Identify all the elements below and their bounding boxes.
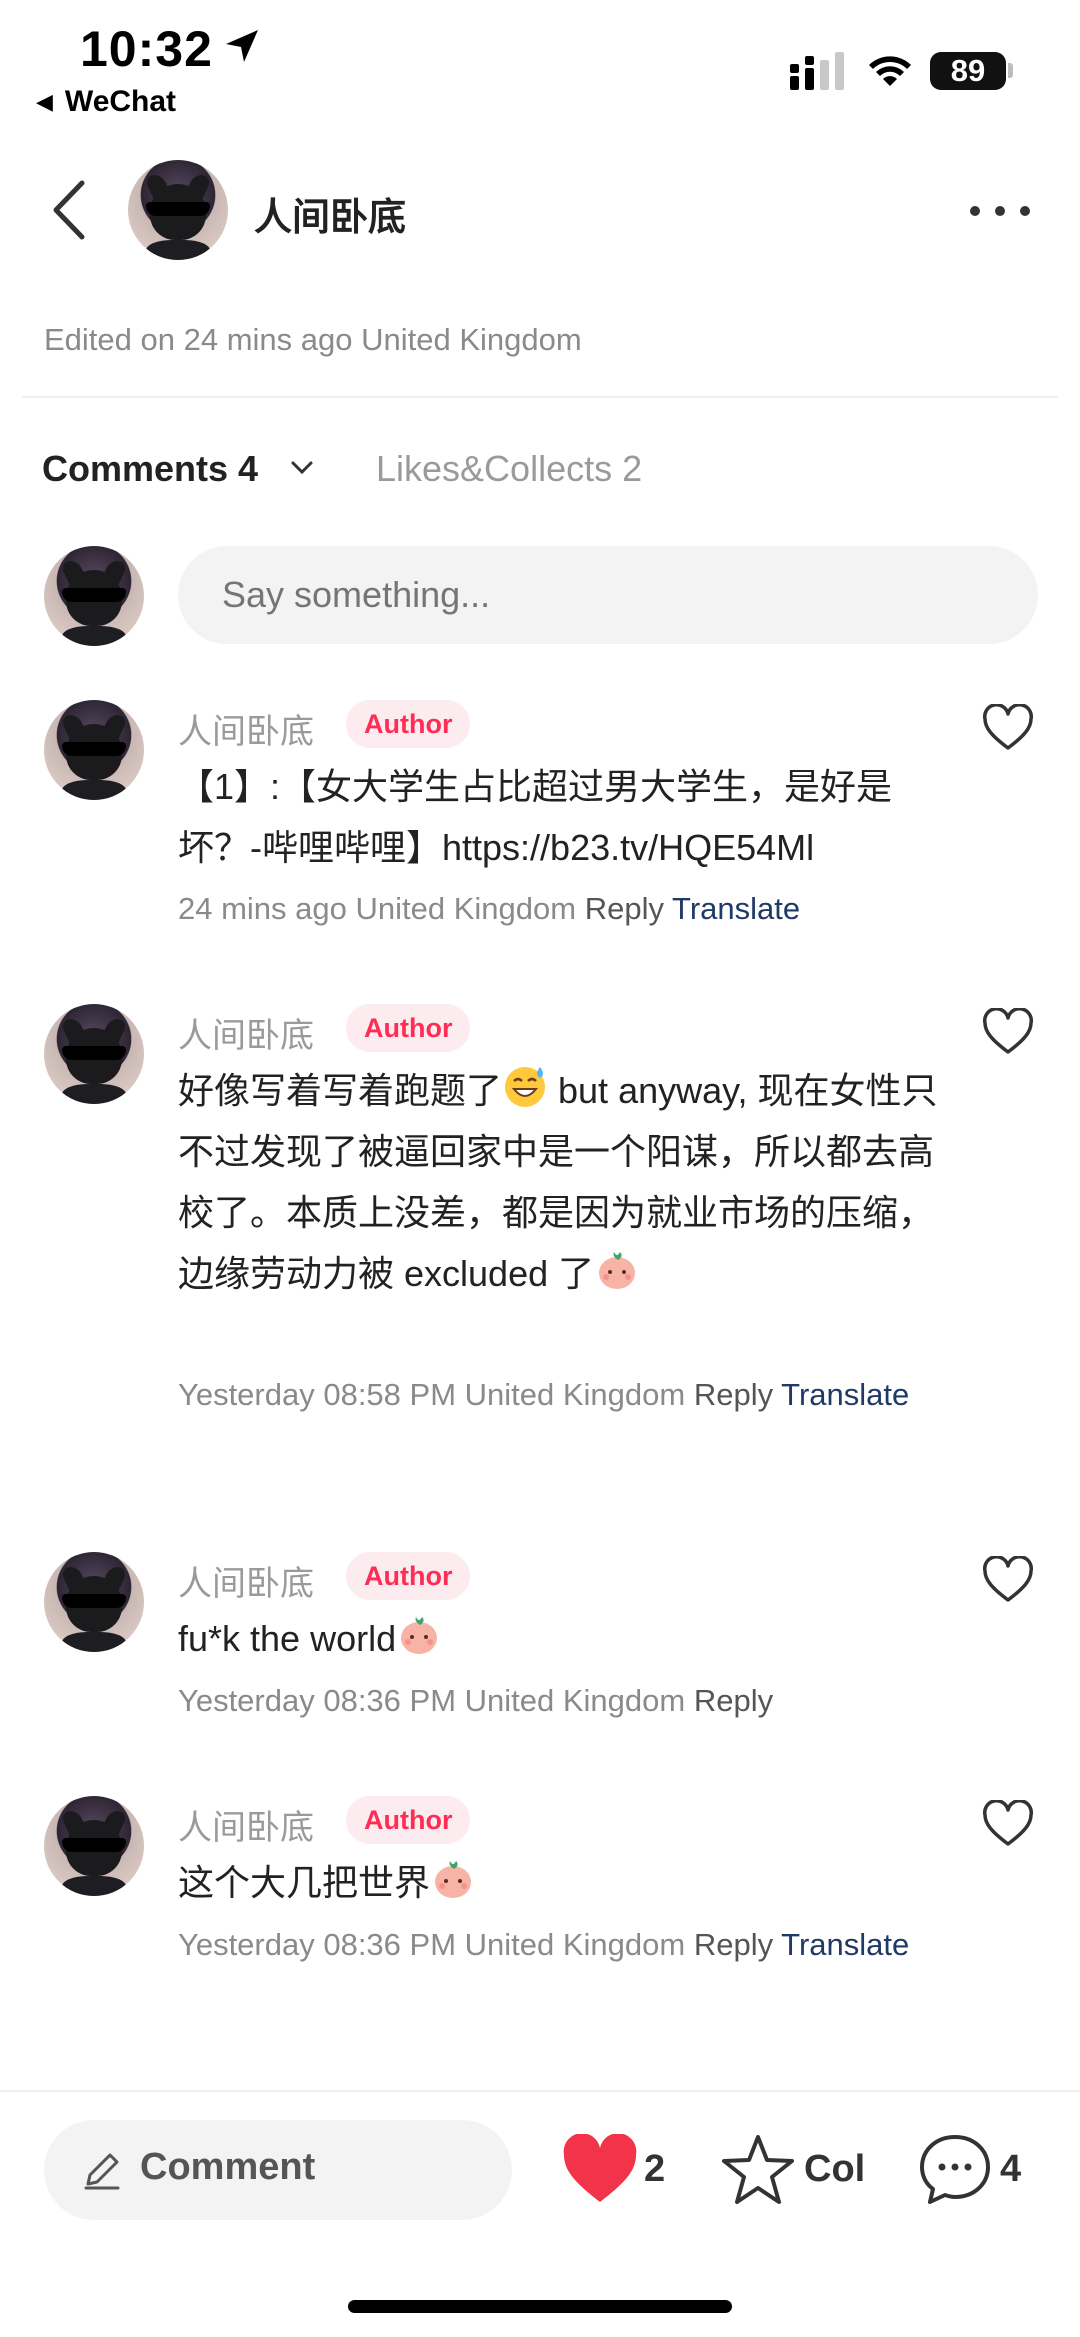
back-to-wechat-link[interactable]: ◀ WeChat [36,85,176,119]
commenter-name[interactable]: 人间卧底 [178,1800,314,1849]
comment-meta: Yesterday 08:36 PM United Kingdom Reply [178,1670,938,1731]
comment-time-location: Yesterday 08:58 PM United Kingdom [178,1377,686,1412]
author-badge: Author [346,1796,471,1844]
author-badge: Author [346,1552,471,1600]
user-avatar [44,546,144,646]
comment-button-label: Comment [140,2146,316,2188]
heart-outline-icon[interactable] [982,1008,1034,1056]
home-indicator[interactable] [348,2300,732,2313]
reply-button[interactable]: Reply [694,1683,773,1718]
bottom-divider [0,2090,1080,2092]
peach-face-emoji [435,1861,472,1898]
translate-button[interactable]: Translate [781,1377,909,1412]
post-edited-info: Edited on 24 mins ago United Kingdom [44,322,582,357]
comment-text-part: fu*k the world [178,1618,397,1659]
battery-indicator: 89 [930,52,1006,90]
heart-outline-icon[interactable] [982,1800,1034,1848]
comment-meta: 24 mins ago United Kingdom Reply Transla… [178,878,938,939]
comment-input[interactable] [178,546,1038,644]
translate-button[interactable]: Translate [672,891,800,926]
wifi-icon [869,56,911,86]
comment-text-part: 这个大几把世界 [178,1862,431,1903]
comment-meta: Yesterday 08:36 PM United Kingdom Reply … [178,1914,938,1975]
author-badge: Author [346,1004,471,1052]
grinning-sweat-emoji [505,1067,546,1107]
like-count: 2 [644,2148,666,2190]
comment-text: 好像写着写着跑题了 but anyway, 现在女性只不过发现了被逼回家中是一个… [178,1060,938,1304]
comment-button[interactable]: Comment [44,2120,512,2220]
comment-count: 4 [1000,2148,1022,2190]
commenter-avatar[interactable] [44,700,144,800]
author-name[interactable]: 人间卧底 [254,186,406,241]
pen-icon [84,2153,120,2190]
reply-button[interactable]: Reply [585,891,664,926]
reply-button[interactable]: Reply [694,1927,773,1962]
heart-outline-icon[interactable] [982,1556,1034,1604]
heart-filled-icon[interactable] [560,2134,640,2206]
commenter-name[interactable]: 人间卧底 [178,704,314,753]
comment-text: fu*k the world [178,1608,938,1669]
comment-meta: Yesterday 08:58 PM United Kingdom Reply … [178,1364,938,1425]
post-header: 人间卧底 [0,150,1080,270]
comment-time-location: Yesterday 08:36 PM United Kingdom [178,1927,686,1962]
comment-time-location: 24 mins ago United Kingdom [178,891,577,926]
commenter-name[interactable]: 人间卧底 [178,1008,314,1057]
translate-button[interactable]: Translate [781,1927,909,1962]
commenter-name[interactable]: 人间卧底 [178,1556,314,1605]
author-badge: Author [346,700,471,748]
status-bar: 10:32 ◀ WeChat 89 [0,0,1080,130]
location-arrow-icon [226,30,258,62]
comment-text: 这个大几把世界 [178,1852,938,1913]
star-outline-icon[interactable] [720,2132,796,2208]
divider [22,396,1058,398]
tab-comments[interactable]: Comments 4 [42,448,258,490]
comment-text: 【1】:【女大学生占比超过男大学生，是好是坏？-哔哩哔哩】https://b23… [178,766,893,868]
comment-text-part: 好像写着写着跑题了 [178,1070,503,1111]
chevron-down-icon[interactable] [290,460,314,476]
cellular-signal-icon [790,52,844,90]
commenter-avatar[interactable] [44,1796,144,1896]
battery-cap [1008,63,1013,78]
commenter-avatar[interactable] [44,1552,144,1652]
chat-bubble-icon[interactable] [918,2132,992,2206]
back-triangle-icon: ◀ [36,89,53,114]
back-app-label: WeChat [64,85,177,118]
status-time: 10:32 [80,21,213,77]
commenter-avatar[interactable] [44,1004,144,1104]
comment-time-location: Yesterday 08:36 PM United Kingdom [178,1683,686,1718]
tab-likes-collects[interactable]: Likes&Collects 2 [376,448,642,490]
chevron-left-icon[interactable] [44,175,94,245]
more-dots-icon[interactable] [970,206,1030,220]
peach-face-emoji [599,1252,636,1289]
author-avatar[interactable] [128,160,228,260]
heart-outline-icon[interactable] [982,704,1034,752]
peach-face-emoji [401,1617,438,1654]
collect-label: Col [804,2148,866,2190]
reply-button[interactable]: Reply [694,1377,773,1412]
